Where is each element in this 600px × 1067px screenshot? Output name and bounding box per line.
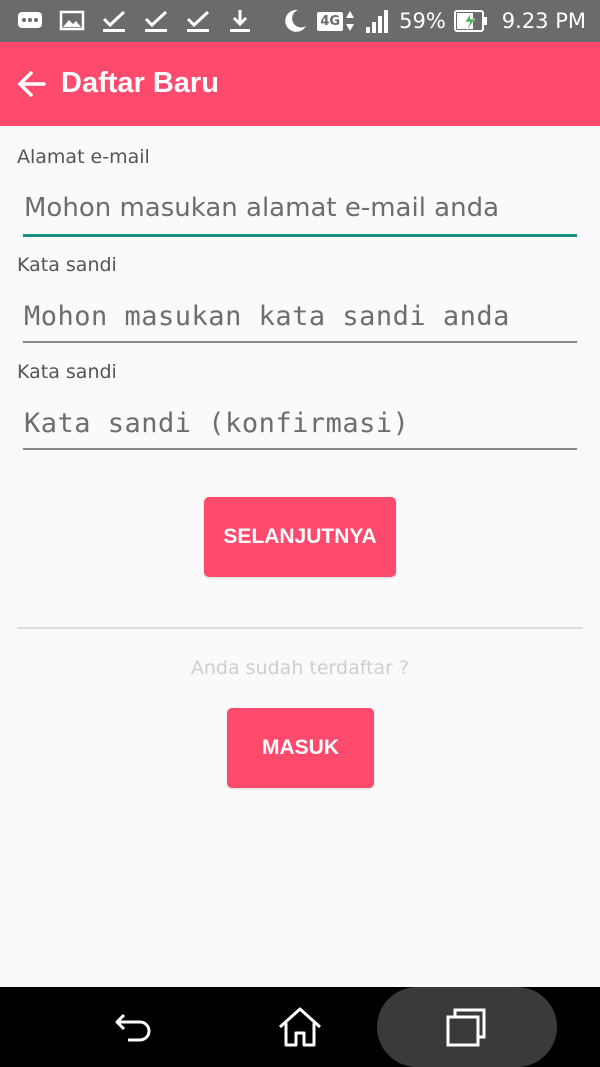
password-confirm-field[interactable]: Kata sandi (konfirmasi) <box>23 398 577 454</box>
signal-icon <box>366 10 389 33</box>
already-registered-text: Anda sudah terdaftar ? <box>190 657 410 679</box>
password-label: Kata sandi <box>17 254 117 276</box>
download-icon <box>230 10 250 32</box>
check-icon <box>144 10 168 32</box>
network-4g-icon: 4G <box>317 10 355 32</box>
email-placeholder: Mohon masukan alamat e-mail anda <box>24 193 500 223</box>
home-nav-button[interactable] <box>272 1001 328 1053</box>
back-nav-button[interactable] <box>106 1001 162 1053</box>
email-field[interactable]: Mohon masukan alamat e-mail anda <box>23 184 577 240</box>
image-icon <box>59 10 85 31</box>
recent-apps-icon <box>446 1008 486 1047</box>
app-bar: Daftar Baru <box>0 42 600 126</box>
navigation-bar <box>0 987 600 1067</box>
password-confirm-underline <box>23 448 577 450</box>
password-field[interactable]: Mohon masukan kata sandi anda <box>23 291 577 347</box>
back-icon <box>115 1013 151 1042</box>
next-button[interactable]: SELANJUTNYA <box>204 497 396 577</box>
status-bar: 4G 59% 9.23 PM <box>0 0 600 42</box>
arrow-left-icon[interactable] <box>14 66 50 102</box>
email-label: Alamat e-mail <box>17 146 150 168</box>
email-underline <box>23 234 577 237</box>
message-icon <box>18 12 42 28</box>
battery-charging-icon <box>453 10 487 32</box>
check-icon <box>186 10 210 32</box>
check-icon <box>102 10 126 32</box>
password-confirm-placeholder: Kata sandi (konfirmasi) <box>24 408 410 439</box>
recents-nav-button[interactable] <box>438 1001 494 1053</box>
clock: 9.23 PM <box>501 9 586 33</box>
home-icon <box>278 1007 322 1047</box>
login-button[interactable]: MASUK <box>227 708 374 788</box>
moon-icon <box>285 9 307 32</box>
page-title: Daftar Baru <box>61 67 219 99</box>
battery-percent: 59% <box>399 9 446 33</box>
password-underline <box>23 341 577 343</box>
password-placeholder: Mohon masukan kata sandi anda <box>24 301 510 332</box>
password-confirm-label: Kata sandi <box>17 361 117 383</box>
network-type: 4G <box>317 11 344 31</box>
divider <box>17 627 583 629</box>
